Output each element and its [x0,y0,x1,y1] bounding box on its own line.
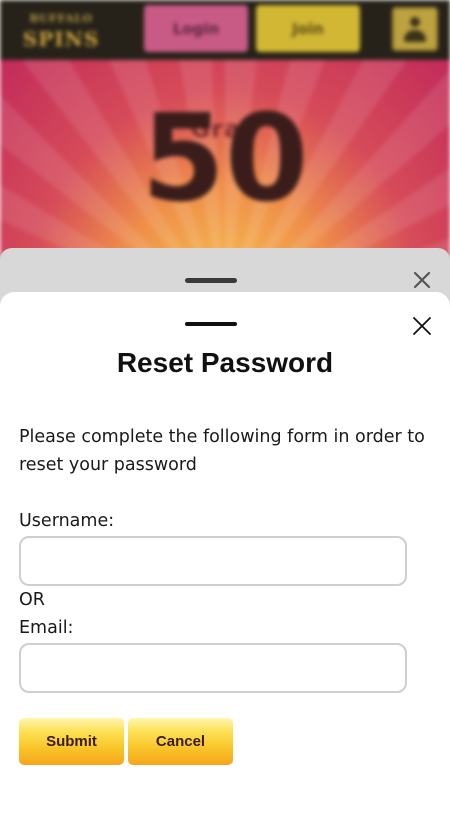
form-description: Please complete the following form in or… [19,427,425,475]
or-label: OR [19,590,45,610]
site-logo: BUFFALO SPINS [14,10,108,52]
user-icon-body [404,30,426,42]
email-input[interactable] [19,643,407,693]
username-input[interactable] [19,536,407,586]
login-button[interactable]: Login [144,5,248,52]
background-close-icon [413,271,431,289]
cancel-button[interactable]: Cancel [128,718,233,765]
close-icon[interactable] [410,314,434,338]
user-icon [410,17,420,27]
username-label: Username: [19,511,115,531]
join-button[interactable]: Join [256,5,360,52]
reset-password-sheet: Reset Password Please complete the follo… [0,292,450,817]
hero-big-text: 50 [141,90,309,229]
sheet-drag-handle[interactable] [185,322,237,326]
page-title: Reset Password [116,347,334,378]
site-header: BUFFALO SPINS Login Join [0,0,450,60]
account-button[interactable] [392,7,438,51]
background-sheet-handle [185,278,237,283]
email-label: Email: [19,618,74,638]
submit-button[interactable]: Submit [19,718,124,765]
logo-line-2: SPINS [22,27,100,51]
logo-line-1: BUFFALO [29,12,93,25]
